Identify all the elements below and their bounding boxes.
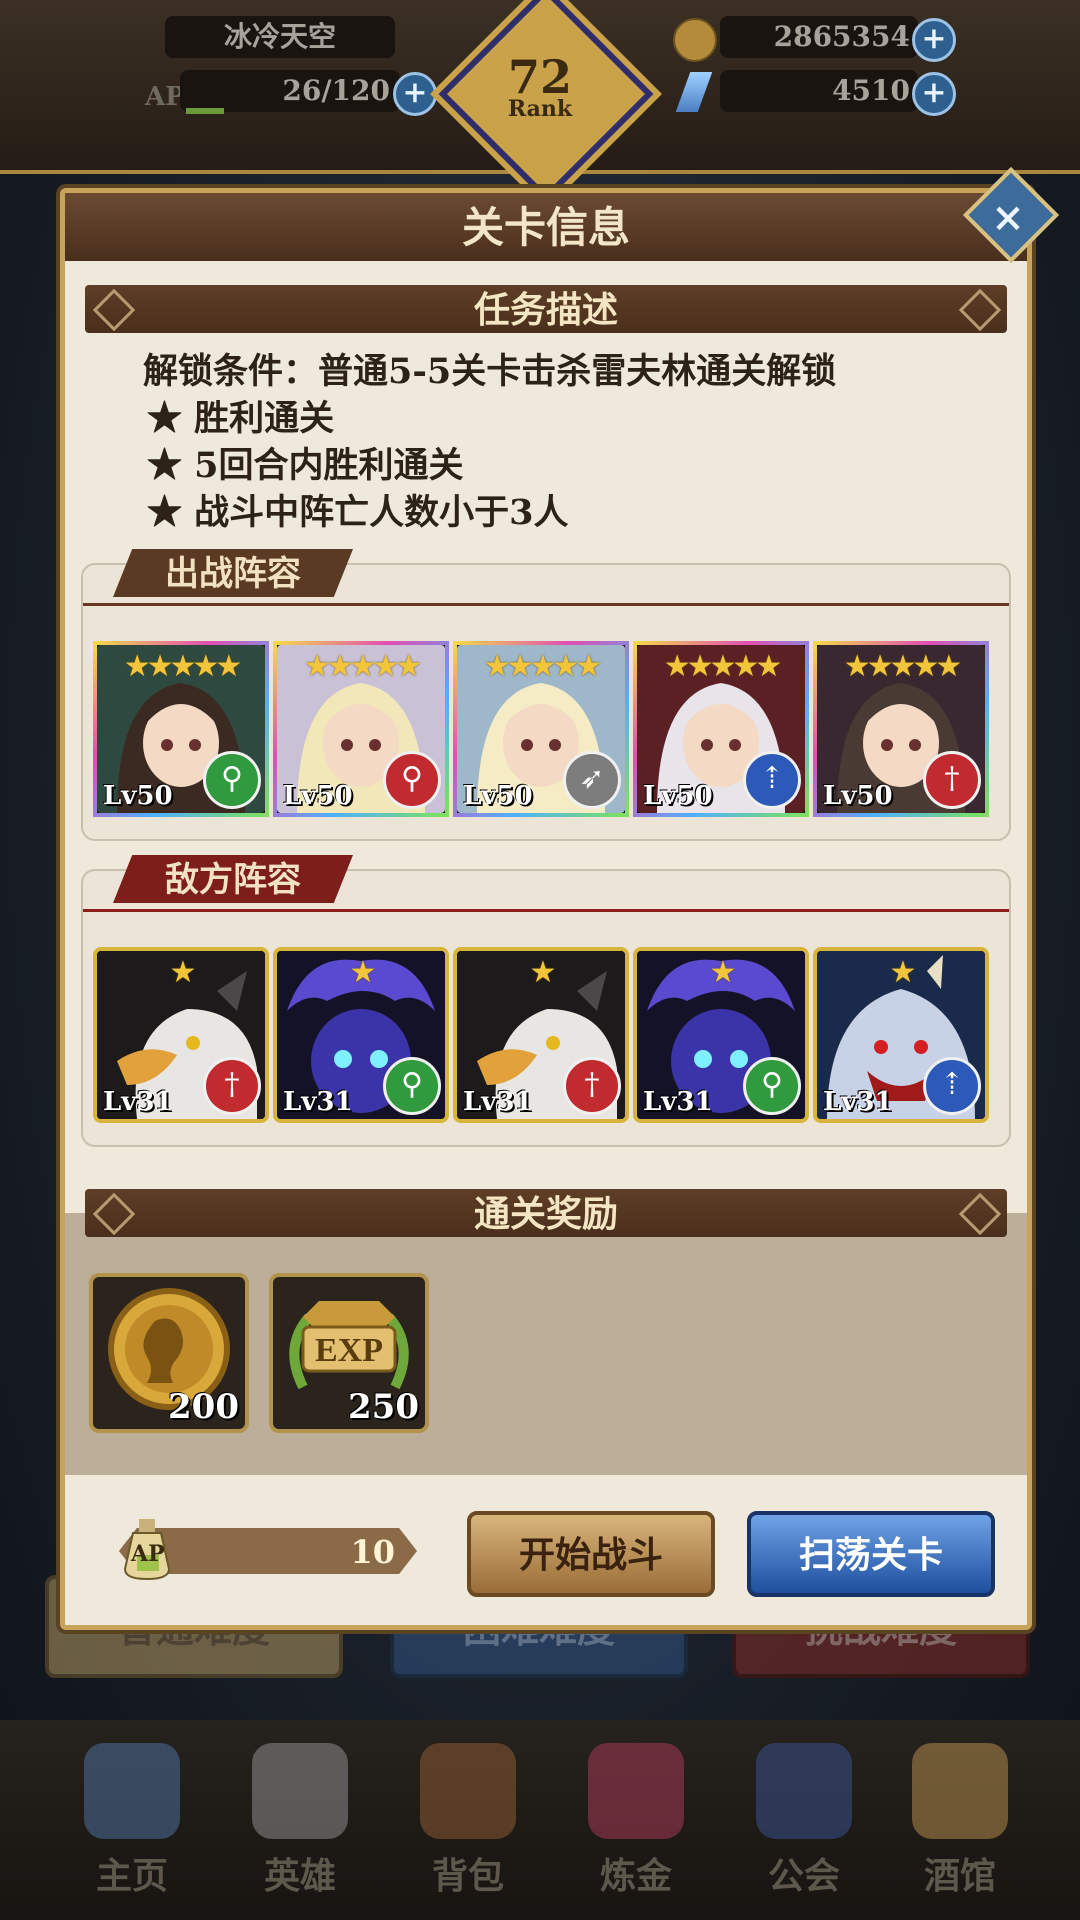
task-header: 任务描述 <box>473 289 618 331</box>
enemy-unit-card[interactable]: ★ Lv31 † <box>453 947 629 1123</box>
ally-unit-card[interactable]: ★★★★★ Lv50 ⇡ <box>633 641 809 817</box>
staff-icon: ⚲ <box>203 751 261 809</box>
sword-icon: † <box>563 1057 621 1115</box>
star-rating: ★★★★★ <box>843 649 962 684</box>
enemy-header: 敌方阵容 <box>113 855 353 903</box>
start-battle-button[interactable]: 开始战斗 <box>467 1511 715 1597</box>
add-crystal-button[interactable]: + <box>912 72 956 116</box>
star-rating: ★ <box>349 955 377 990</box>
backpack-icon <box>420 1743 516 1839</box>
sword-icon: † <box>203 1057 261 1115</box>
star-rating: ★ <box>529 955 557 990</box>
top-hud: 冰冷天空 AP 26/120 + 72 Rank 2865354 + 4510 … <box>0 0 1080 202</box>
star-rating: ★★★★★ <box>483 649 602 684</box>
ally-divider <box>83 603 1009 606</box>
reward-gold[interactable]: 200 <box>89 1273 249 1433</box>
spear-icon: ⇡ <box>743 751 801 809</box>
staff-icon: ⚲ <box>383 751 441 809</box>
task-header-band: 任务描述 <box>85 285 1007 333</box>
enemy-unit-card[interactable]: ★ Lv31 ⚲ <box>273 947 449 1123</box>
ap-label: AP <box>145 82 185 112</box>
castle-icon <box>84 1743 180 1839</box>
sword-icon: † <box>923 751 981 809</box>
helmet-icon <box>252 1743 348 1839</box>
rank-label: Rank <box>507 96 573 122</box>
gold-coin-icon <box>673 18 717 62</box>
unit-level: Lv50 <box>463 781 533 811</box>
nav-guild-label: 公会 <box>767 1855 840 1897</box>
unit-level: Lv50 <box>103 781 173 811</box>
star-rating: ★★★★★ <box>123 649 242 684</box>
unit-level: Lv50 <box>283 781 353 811</box>
rewards-header-band: 通关奖励 <box>85 1189 1007 1237</box>
ap-cost-value: 10 <box>350 1533 395 1571</box>
objective-1: ★ 胜利通关 <box>147 398 335 439</box>
reward-exp-amount: 250 <box>348 1387 419 1427</box>
crystal-icon <box>675 72 713 112</box>
close-icon[interactable]: × <box>986 187 1030 247</box>
stage-info-dialog: 关卡信息 × 任务描述 解锁条件：普通5-5关卡击杀雷夫林通关解锁 ★ 胜利通关… <box>60 166 1060 1630</box>
unit-level: Lv31 <box>463 1087 533 1117</box>
gold-amount: 2865354 <box>720 16 918 58</box>
enemy-divider <box>83 909 1009 912</box>
nav-home-label: 主页 <box>95 1855 168 1897</box>
enemy-unit-card[interactable]: ★ Lv31 ⚲ <box>633 947 809 1123</box>
ally-unit-card[interactable]: ★★★★★ Lv50 † <box>813 641 989 817</box>
staff-icon: ⚲ <box>743 1057 801 1115</box>
star-rating: ★★★★★ <box>303 649 422 684</box>
enemy-lineup-section: 敌方阵容 ★ Lv31 † ★ Lv31 ⚲ ★ Lv31 † ★ Lv31 ⚲ <box>81 855 1011 1147</box>
rewards-header: 通关奖励 <box>473 1193 618 1235</box>
reward-gold-amount: 200 <box>168 1387 239 1427</box>
ap-cost-label: AP <box>131 1541 165 1567</box>
nav-backpack[interactable]: 背包 <box>398 1725 538 1905</box>
add-ap-button[interactable]: + <box>393 72 437 116</box>
add-gold-button[interactable]: + <box>912 18 956 62</box>
unit-level: Lv50 <box>823 781 893 811</box>
spear-icon: ⇡ <box>923 1057 981 1115</box>
unit-level: Lv50 <box>643 781 713 811</box>
unlock-condition: 解锁条件：普通5-5关卡击杀雷夫林通关解锁 <box>143 351 837 392</box>
bow-icon: ➶ <box>563 751 621 809</box>
nav-alchemy[interactable]: 炼金 <box>566 1725 706 1905</box>
reward-exp[interactable]: EXP 250 <box>269 1273 429 1433</box>
shield-icon <box>756 1743 852 1839</box>
potion-icon <box>588 1743 684 1839</box>
nav-tavern-label: 酒馆 <box>923 1855 996 1897</box>
star-rating: ★ <box>889 955 917 990</box>
ap-progress-bar <box>186 108 224 114</box>
enemy-unit-card[interactable]: ★ Lv31 ⇡ <box>813 947 989 1123</box>
crystal-amount: 4510 <box>720 70 918 112</box>
enemy-unit-card[interactable]: ★ Lv31 † <box>93 947 269 1123</box>
ally-header: 出战阵容 <box>113 549 353 597</box>
svg-text:EXP: EXP <box>315 1332 383 1369</box>
staff-icon: ⚲ <box>383 1057 441 1115</box>
nav-heroes-label: 英雄 <box>263 1855 336 1897</box>
beer-mug-icon <box>912 1743 1008 1839</box>
ally-unit-card[interactable]: ★★★★★ Lv50 ➶ <box>453 641 629 817</box>
unit-level: Lv31 <box>283 1087 353 1117</box>
nav-backpack-label: 背包 <box>431 1855 504 1897</box>
nav-guild[interactable]: 公会 <box>734 1725 874 1905</box>
nav-heroes[interactable]: 英雄 <box>230 1725 370 1905</box>
ally-lineup-section: 出战阵容 ★★★★★ Lv50 ⚲ ★★★★★ Lv50 ⚲ ★★★★★ Lv50 ➶ ★ <box>81 549 1011 841</box>
unit-level: Lv31 <box>103 1087 173 1117</box>
player-name: 冰冷天空 <box>165 16 395 58</box>
ally-unit-card[interactable]: ★★★★★ Lv50 ⚲ <box>93 641 269 817</box>
ally-unit-card[interactable]: ★★★★★ Lv50 ⚲ <box>273 641 449 817</box>
objective-3: ★ 战斗中阵亡人数小于3人 <box>147 492 569 533</box>
unit-level: Lv31 <box>823 1087 893 1117</box>
star-rating: ★ <box>169 955 197 990</box>
ap-counter: 26/120 <box>180 70 400 112</box>
sweep-stage-button[interactable]: 扫荡关卡 <box>747 1511 995 1597</box>
objective-2: ★ 5回合内胜利通关 <box>147 445 464 486</box>
star-rating: ★ <box>709 955 737 990</box>
nav-alchemy-label: 炼金 <box>599 1855 672 1897</box>
unit-level: Lv31 <box>643 1087 713 1117</box>
nav-tavern[interactable]: 酒馆 <box>890 1725 1030 1905</box>
nav-home[interactable]: 主页 <box>62 1725 202 1905</box>
dialog-title: 关卡信息 <box>461 203 630 252</box>
star-rating: ★★★★★ <box>663 649 782 684</box>
